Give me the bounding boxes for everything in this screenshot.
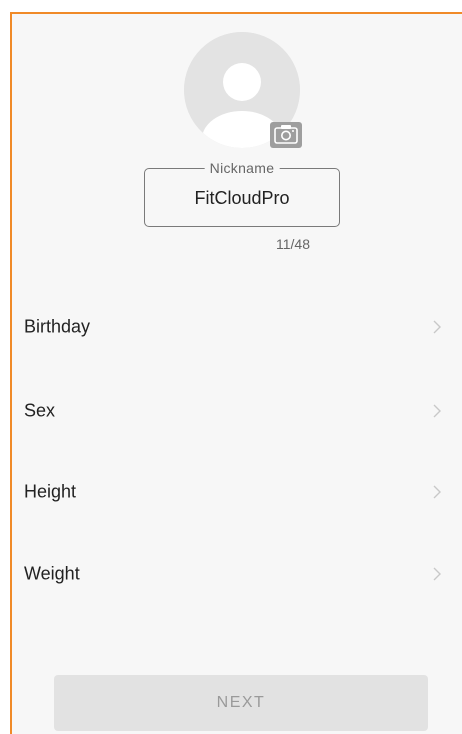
height-label: Height [24,481,77,502]
nickname-input[interactable] [145,169,339,226]
chevron-right-icon [432,404,442,418]
chevron-right-icon [432,485,442,499]
birthday-row[interactable]: Birthday [12,297,452,357]
nickname-field[interactable]: Nickname [144,160,340,227]
chevron-right-icon [432,567,442,581]
weight-row[interactable]: Weight [12,544,452,604]
birthday-label: Birthday [24,316,91,337]
nickname-char-counter: 11/48 [276,236,310,252]
chevron-right-icon [432,320,442,334]
profile-setup-screen: Nickname 11/48 Birthday Sex Height Weigh… [10,12,462,734]
sex-row[interactable]: Sex [12,381,452,441]
height-row[interactable]: Height [12,462,452,522]
sex-label: Sex [24,400,56,421]
weight-label: Weight [24,563,80,584]
camera-icon[interactable] [270,122,302,148]
next-button[interactable]: NEXT [54,675,428,731]
